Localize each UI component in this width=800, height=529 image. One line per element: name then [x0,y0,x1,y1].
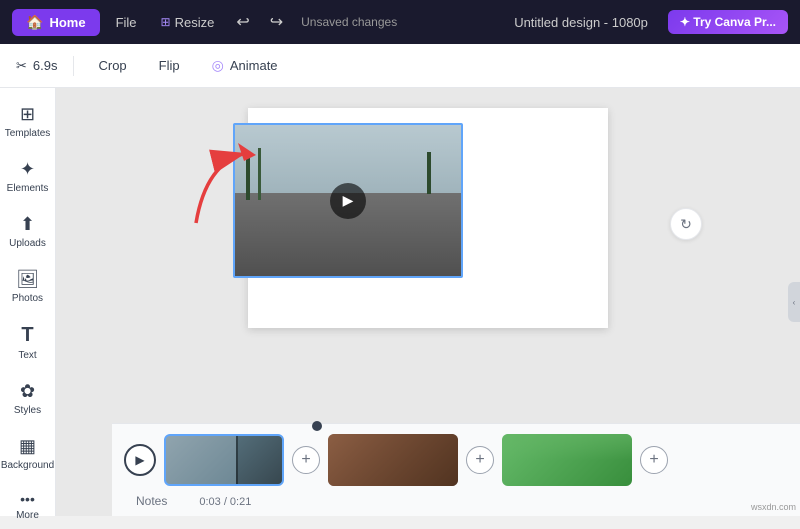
add-clip-button-3[interactable]: + [640,446,668,474]
sidebar-item-more[interactable]: ••• More [3,483,53,529]
styles-icon: ✿ [20,381,35,402]
animate-button[interactable]: ◎ Animate [204,53,286,78]
more-icon: ••• [20,491,35,507]
sidebar-item-elements[interactable]: ✦ Elements [3,151,53,202]
add-clip-button-1[interactable]: + [292,446,320,474]
crop-button[interactable]: Crop [90,54,134,77]
video-element[interactable]: ▶ ↻ [233,123,463,278]
elements-label: Elements [7,183,49,194]
timeline-content: ▶ + + + [112,428,800,492]
clip-1-right [236,436,282,484]
photos-icon: 🖼 [16,269,39,290]
try-pro-button[interactable]: ✦ Try Canva Pr... [668,10,788,34]
add-clip-button-2[interactable]: + [466,446,494,474]
design-title: Untitled design - 1080p [514,15,648,30]
clip-divider [236,436,238,484]
home-icon: 🏠 [26,14,43,31]
elements-icon: ✦ [20,159,35,180]
duration-value: 6.9s [33,58,58,73]
uploads-label: Uploads [9,238,46,249]
animate-icon: ◎ [212,57,224,74]
main-layout: ⊞ Templates ✦ Elements ⬆ Uploads 🖼 Photo… [0,88,800,516]
clip-3[interactable] [502,434,632,486]
navbar: 🏠 Home File ⊞ Resize ↩ ↪ Unsaved changes… [0,0,800,44]
side-rotate-button[interactable]: ↻ [670,208,702,240]
play-icon: ▶ [343,192,354,209]
templates-icon: ⊞ [20,104,35,125]
toolbar: ✂ 6.9s Crop Flip ◎ Animate [0,44,800,88]
sidebar-item-uploads[interactable]: ⬆ Uploads [3,206,53,257]
scrubber-dot[interactable] [312,421,322,431]
uploads-icon: ⬆ [20,214,35,235]
clip-2[interactable] [328,434,458,486]
sidebar-item-background[interactable]: ▦ Background [3,428,53,479]
undo-button[interactable]: ↩ [230,8,255,36]
play-button[interactable]: ▶ [330,183,366,219]
resize-button[interactable]: ⊞ Resize [153,11,223,34]
toolbar-divider [73,56,74,76]
timeline-area: ▶ + + + Notes 0:03 / 0:21 [112,423,800,516]
home-label: Home [49,15,85,30]
timeline-play-button[interactable]: ▶ [124,444,156,476]
file-button[interactable]: File [108,11,145,34]
flip-button[interactable]: Flip [151,54,188,77]
styles-label: Styles [14,405,41,416]
animate-label: Animate [230,58,278,73]
redo-button[interactable]: ↪ [264,8,289,36]
sidebar-item-photos[interactable]: 🖼 Photos [3,261,53,312]
text-label: Text [18,350,36,361]
templates-label: Templates [5,128,51,139]
resize-icon: ⊞ [161,15,171,29]
scrubber-line [112,424,800,428]
clip-duration: ✂ 6.9s [16,58,57,74]
resize-label: Resize [175,15,215,30]
background-label: Background [1,460,54,471]
collapse-handle[interactable]: ‹ [788,282,800,322]
sidebar-item-templates[interactable]: ⊞ Templates [3,96,53,147]
sidebar-item-styles[interactable]: ✿ Styles [3,373,53,424]
canvas-area: ▶ ↻ ↻ ‹ [56,88,800,516]
background-icon: ▦ [19,436,36,457]
scissors-icon: ✂ [16,58,27,74]
watermark: wsxdn.com [751,502,796,512]
timeline-play-icon: ▶ [135,453,144,467]
text-icon: T [21,324,33,347]
timeline-time: 0:03 / 0:21 [187,492,263,512]
home-button[interactable]: 🏠 Home [12,9,100,36]
rotate-icon-side: ↻ [680,216,692,233]
video-background: ▶ [235,125,461,276]
sidebar: ⊞ Templates ✦ Elements ⬆ Uploads 🖼 Photo… [0,88,56,516]
clip-1[interactable] [164,434,284,486]
unsaved-status: Unsaved changes [301,15,397,29]
notes-label: Notes [124,492,179,512]
sidebar-item-text[interactable]: T Text [3,316,53,369]
photos-label: Photos [12,293,43,304]
